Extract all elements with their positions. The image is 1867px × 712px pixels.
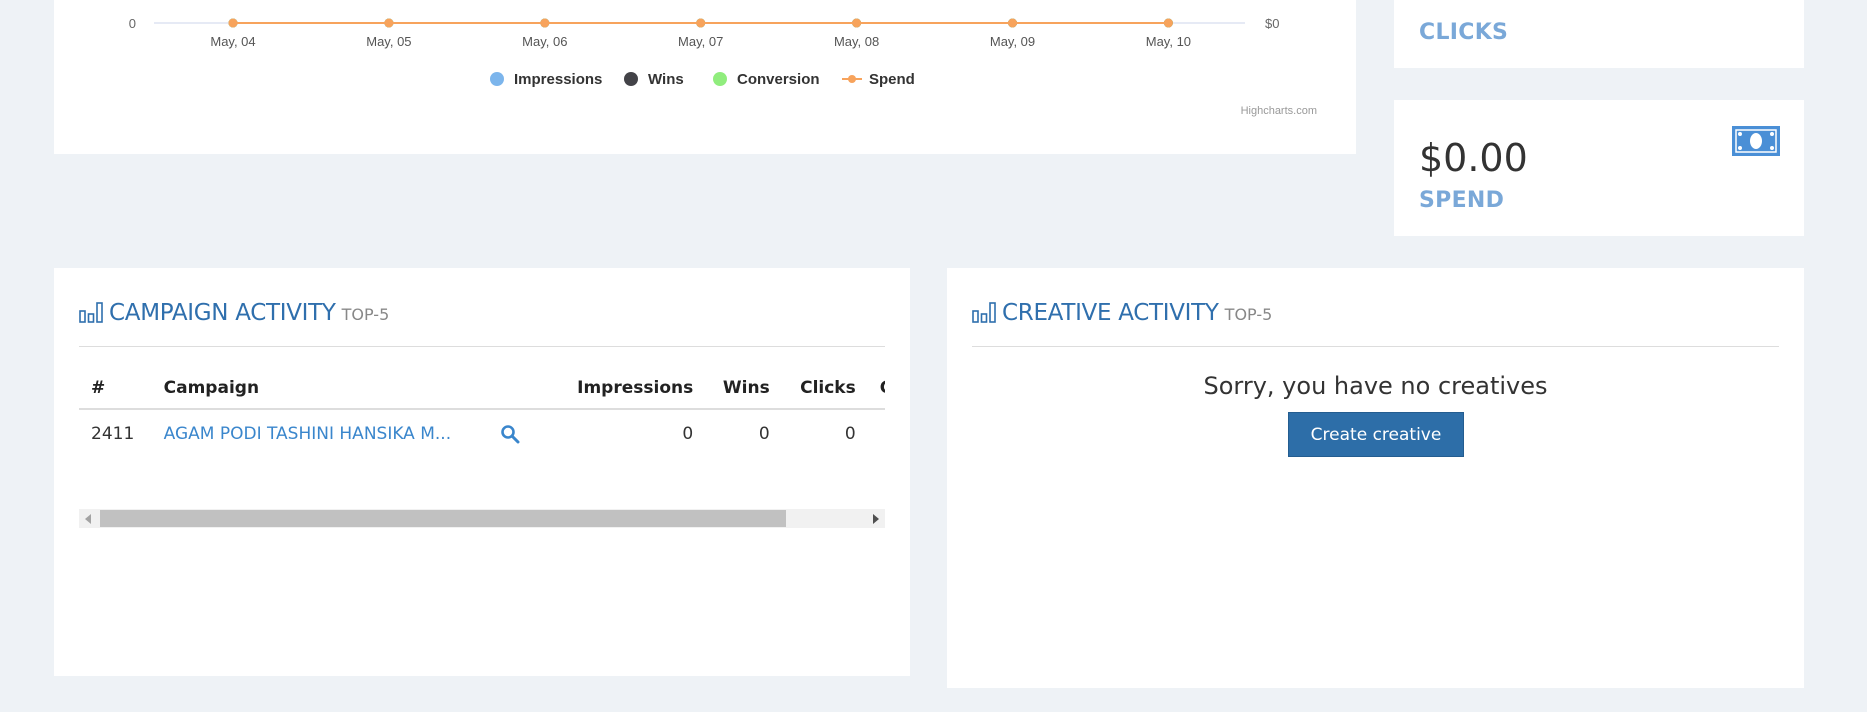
clicks-value: 0 [844,423,856,444]
x-tick-label: May, 04 [210,34,255,49]
header-divider [79,346,885,347]
legend-label: Wins [648,71,684,88]
legend-label: Impressions [514,71,602,88]
spend-value: $0.00 [1419,136,1528,180]
legend-symbol [490,72,504,86]
y-right-tick-label: $0 [1265,16,1279,31]
highcharts-credits: Highcharts.com [1241,105,1317,117]
performance-chart-panel: 0 $0 May, 04 May, 05 May, 06 May, 07 May, 08 Ma… [54,0,1356,154]
conversion-value [868,409,885,444]
campaign-table: # Campaign Impressions Wins Clicks Conve… [79,368,885,444]
column-header-clicks[interactable]: Clicks [781,368,868,410]
spend-stat-card: $0.00 SPEND [1394,100,1804,236]
campaign-activity-subtitle: TOP-5 [341,305,390,324]
performance-chart: 0 $0 May, 04 May, 05 May, 06 May, 07 May, 08 Ma… [129,16,1317,117]
table-header-row: # Campaign Impressions Wins Clicks Conve… [79,368,885,410]
legend-symbol [624,72,638,86]
clicks-stat-card: CLICKS [1394,0,1804,68]
campaign-activity-panel: CAMPAIGN ACTIVITY TOP-5 # Campaign Impre… [54,268,910,676]
legend-label: Spend [869,71,915,88]
x-tick-label: May, 06 [522,34,567,49]
x-tick-label: May, 08 [834,34,879,49]
column-header-campaign[interactable]: Campaign [151,368,489,410]
horizontal-scrollbar[interactable] [79,509,885,528]
scroll-right-arrow-icon[interactable] [873,514,879,524]
campaign-table-container: # Campaign Impressions Wins Clicks Conve… [79,368,885,444]
money-icon [1732,126,1780,156]
column-header-actions [488,368,554,410]
legend-label: Conversion [737,71,820,88]
data-point [852,18,862,28]
creative-activity-header: CREATIVE ACTIVITY TOP-5 [972,298,1272,326]
empty-creatives-message: Sorry, you have no creatives [1203,372,1548,400]
y-left-tick-label: 0 [129,16,136,31]
x-tick-label: May, 09 [990,34,1035,49]
bar-chart-icon [79,302,103,323]
column-header-impressions[interactable]: Impressions [553,368,706,410]
search-cell [488,409,554,444]
legend-symbol [713,72,727,86]
x-tick-label: May, 05 [366,34,411,49]
data-point [696,18,706,28]
data-point [540,18,550,28]
campaign-activity-title: CAMPAIGN ACTIVITY [109,300,336,326]
campaign-link[interactable]: AGAM PODI TASHINI HANSIKA M... [152,409,488,444]
column-header-wins[interactable]: Wins [705,368,782,410]
scroll-left-arrow-icon[interactable] [85,514,91,524]
x-tick-label: May, 10 [1146,34,1191,49]
create-creative-button[interactable]: Create creative [1288,412,1464,457]
column-header-conversion[interactable]: Conversion [867,368,885,410]
campaign-activity-header: CAMPAIGN ACTIVITY TOP-5 [79,298,389,326]
header-divider [972,346,1779,347]
spend-label: SPEND [1419,188,1505,213]
impressions-value: 0 [682,423,694,444]
bar-chart-icon [972,302,996,323]
column-header-id[interactable]: # [79,368,152,410]
creative-activity-panel: CREATIVE ACTIVITY TOP-5 Sorry, you have … [947,268,1804,688]
table-row: 2411 AGAM PODI TASHINI HANSIKA M... 0 0 … [79,409,885,444]
creative-activity-title: CREATIVE ACTIVITY [1002,300,1219,326]
data-point [1163,18,1173,28]
campaign-id: 2411 [91,423,135,444]
wins-value: 0 [758,423,770,444]
creative-activity-subtitle: TOP-5 [1224,305,1273,324]
clicks-label: CLICKS [1419,20,1509,45]
x-tick-label: May, 07 [678,34,723,49]
data-point [1008,18,1017,28]
data-point [384,18,394,28]
scrollbar-thumb[interactable] [100,510,786,527]
data-point [228,18,238,28]
search-icon[interactable] [500,424,520,444]
legend-symbol [848,75,856,83]
